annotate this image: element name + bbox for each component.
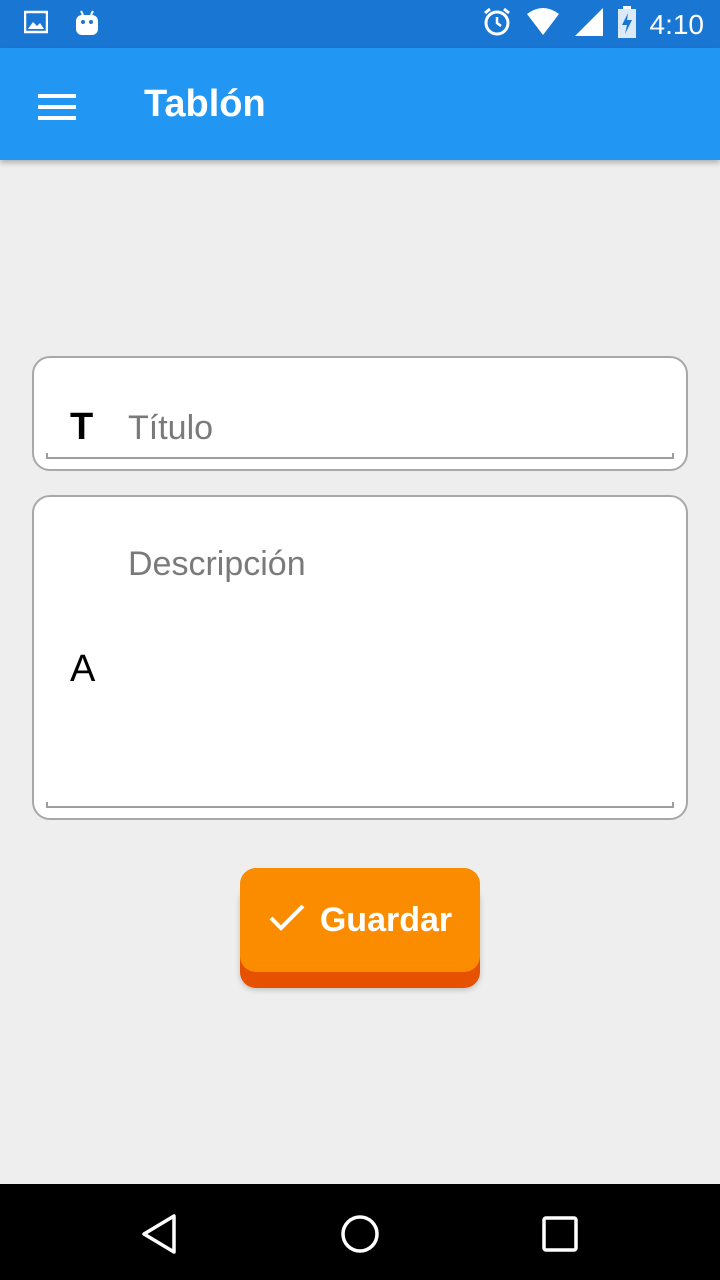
back-button[interactable] [138, 1212, 182, 1256]
title-field-card: T [32, 356, 688, 471]
title-underline [46, 453, 674, 459]
save-button[interactable]: Guardar [240, 868, 480, 972]
page-title: Tablón [144, 83, 266, 125]
description-field-icon: A [70, 648, 96, 690]
title-input[interactable] [128, 406, 662, 450]
home-icon [338, 1215, 382, 1260]
recents-button[interactable] [538, 1212, 582, 1256]
home-button[interactable] [338, 1212, 382, 1256]
alarm-icon [482, 7, 512, 42]
status-bar: 4:10 [0, 0, 720, 48]
save-button-label: Guardar [319, 900, 453, 939]
title-field-icon: T [70, 406, 94, 448]
back-icon [138, 1214, 182, 1260]
status-time: 4:10 [649, 8, 705, 40]
signal-icon [574, 7, 604, 42]
navigation-bar [0, 1184, 720, 1280]
image-icon [23, 10, 49, 43]
battery-charging-icon [617, 6, 636, 43]
app-bar: Tablón [0, 48, 720, 160]
wifi-icon [526, 8, 560, 41]
recents-icon [538, 1216, 582, 1260]
description-underline [46, 802, 674, 808]
check-icon [268, 903, 306, 938]
android-icon [74, 10, 100, 43]
description-input[interactable] [128, 545, 662, 775]
menu-button[interactable] [26, 82, 86, 126]
description-field-card: A [32, 495, 688, 820]
